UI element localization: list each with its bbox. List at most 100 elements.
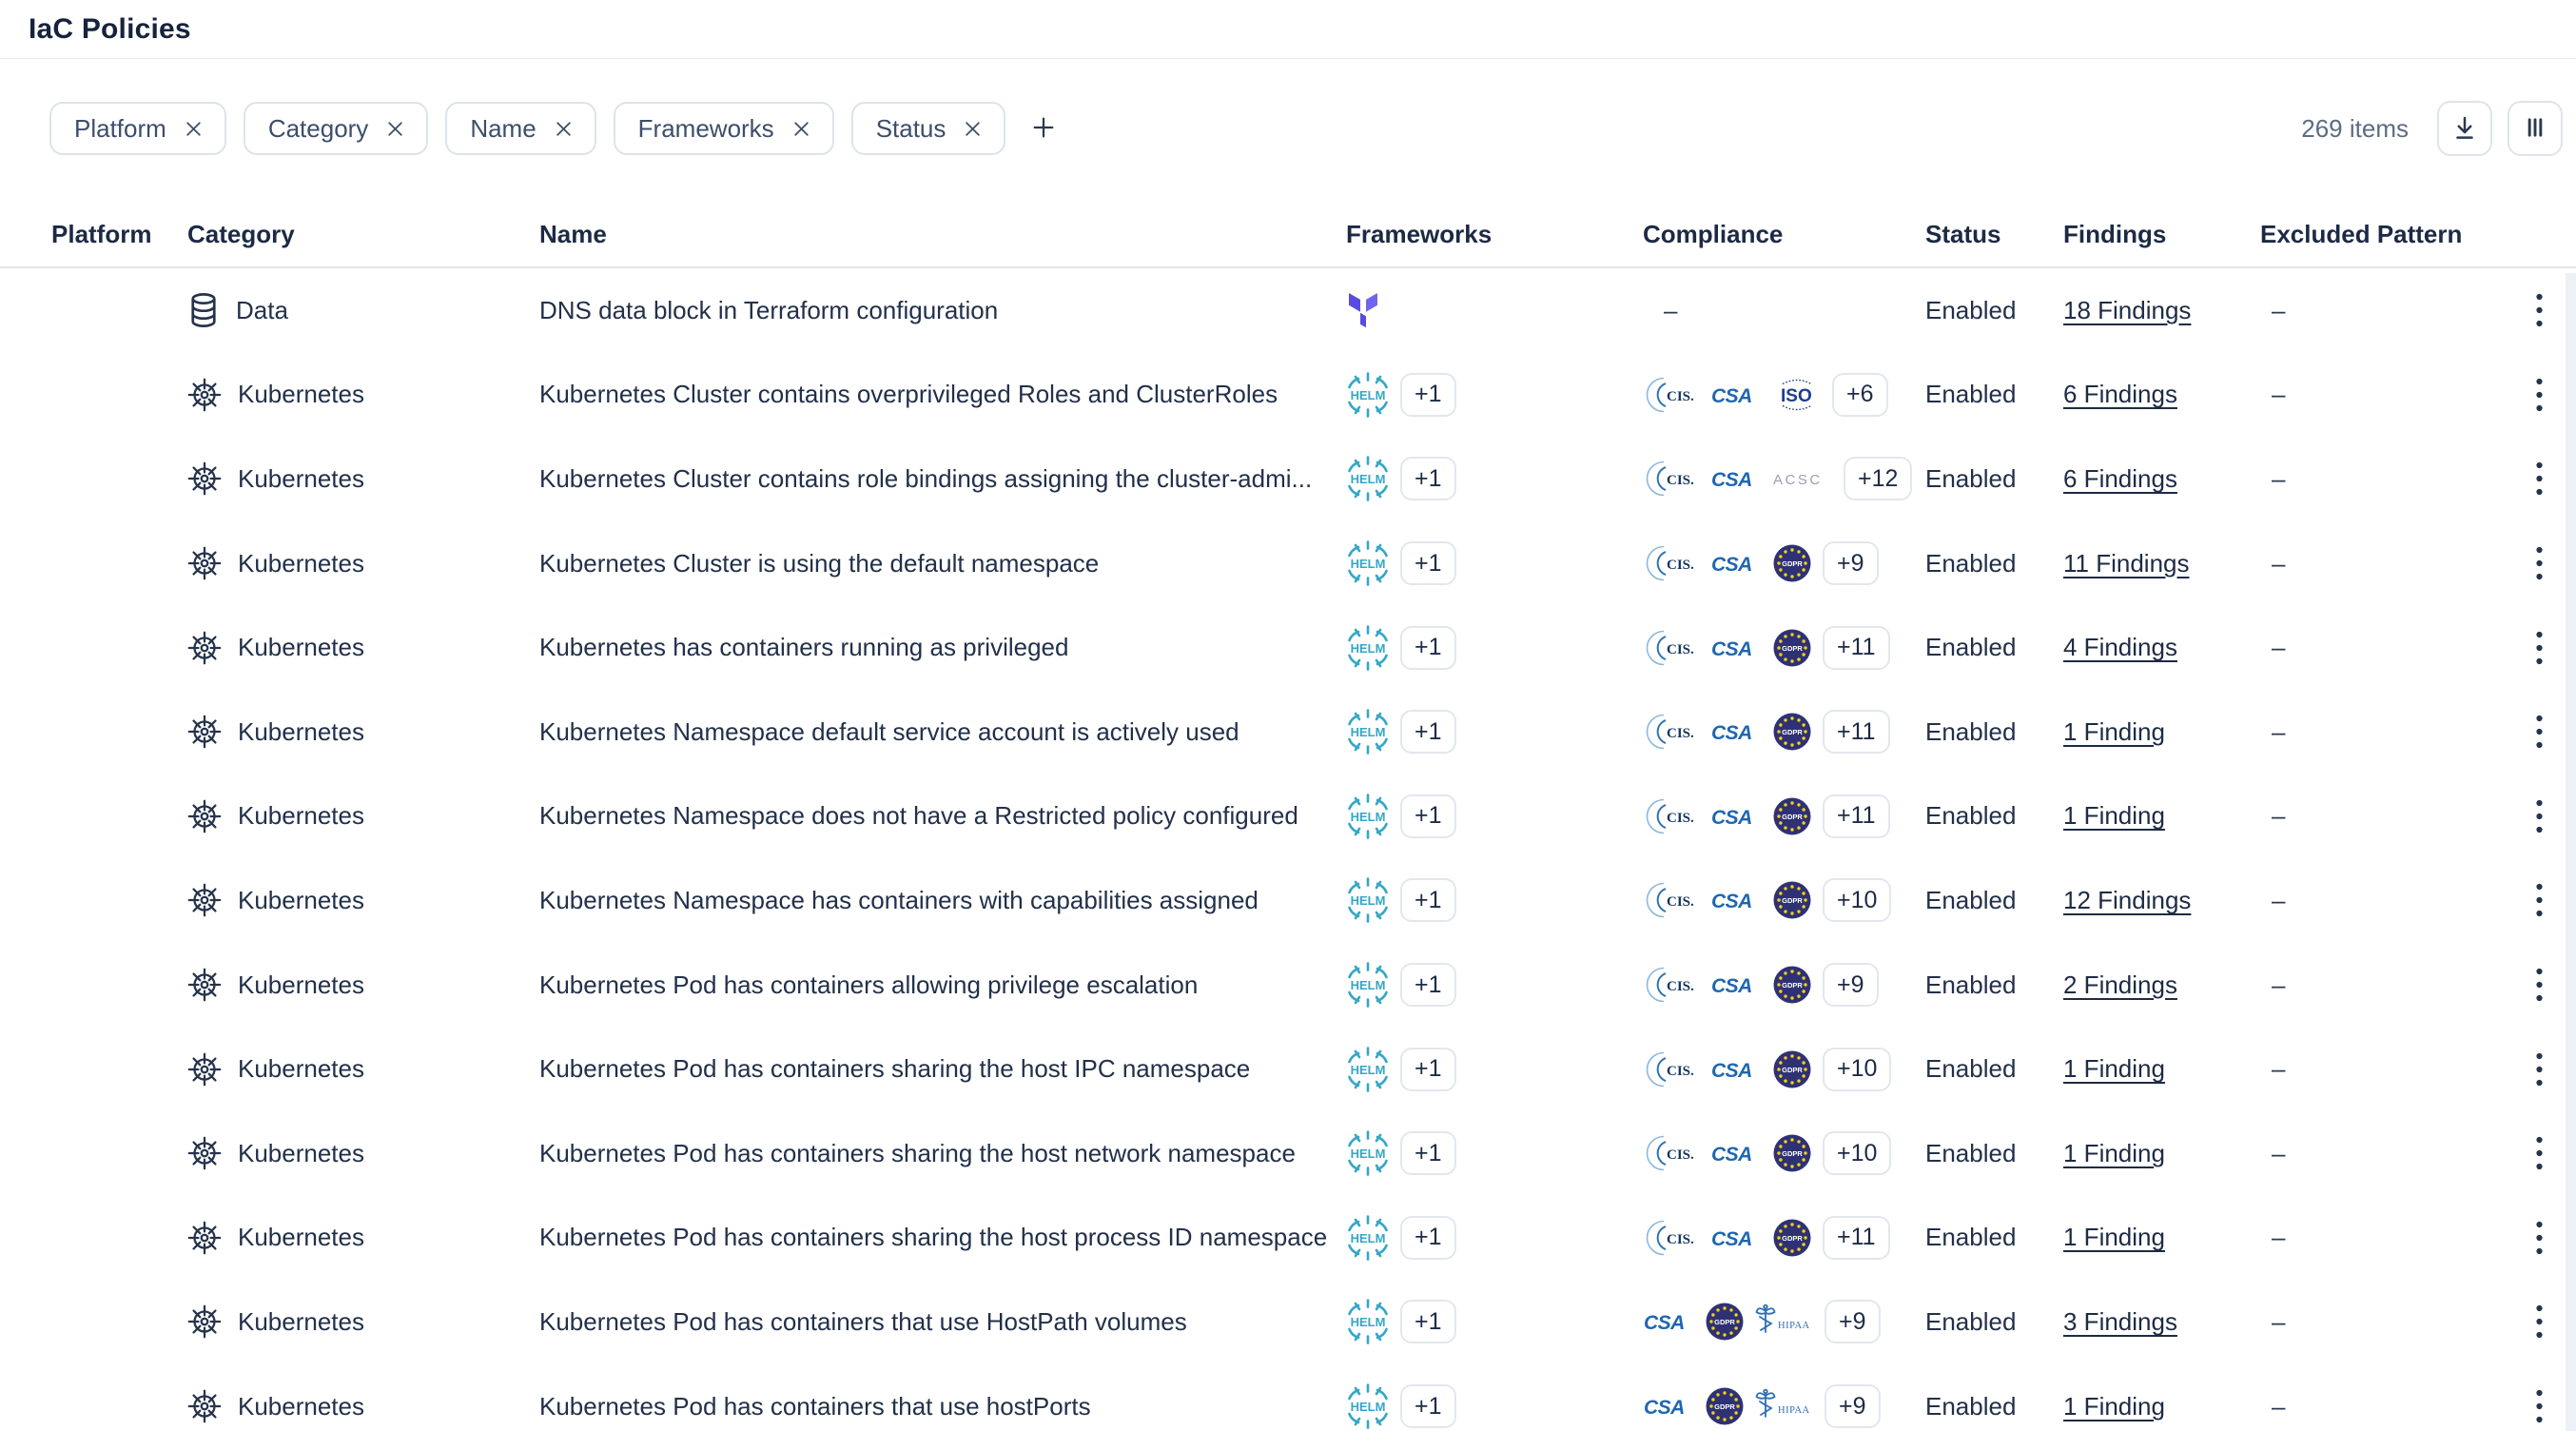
- row-menu-button[interactable]: [2529, 1046, 2549, 1093]
- findings-link[interactable]: 3 Findings: [2063, 1307, 2177, 1336]
- add-filter-button[interactable]: [1030, 114, 1057, 144]
- table-row[interactable]: Kubernetes Kubernetes Cluster contains r…: [0, 437, 2576, 521]
- findings-link[interactable]: 4 Findings: [2063, 633, 2177, 661]
- helm-icon: HELM: [1346, 708, 1390, 755]
- svg-text:CSA: CSA: [1644, 1397, 1685, 1419]
- frameworks-more-badge[interactable]: +1: [1400, 541, 1456, 585]
- compliance-more-badge[interactable]: +11: [1823, 626, 1890, 670]
- table-row[interactable]: Kubernetes Kubernetes Namespace default …: [0, 690, 2576, 774]
- row-menu-button[interactable]: [2529, 286, 2549, 334]
- data-icon: [187, 292, 220, 328]
- frameworks-more-badge[interactable]: +1: [1400, 1384, 1456, 1428]
- svg-text:HELM: HELM: [1351, 893, 1386, 908]
- compliance-more-badge[interactable]: +9: [1823, 963, 1879, 1007]
- frameworks-more-badge[interactable]: +1: [1400, 878, 1456, 922]
- download-button[interactable]: [2437, 101, 2492, 156]
- close-icon[interactable]: [184, 119, 204, 139]
- findings-cell: 1 Finding: [2063, 1139, 2260, 1168]
- close-icon[interactable]: [385, 119, 405, 139]
- row-menu-button[interactable]: [2529, 371, 2549, 419]
- compliance-more-badge[interactable]: +6: [1832, 373, 1888, 417]
- filter-chip-platform[interactable]: Platform: [49, 102, 226, 155]
- compliance-more-badge[interactable]: +9: [1825, 1384, 1881, 1428]
- findings-link[interactable]: 1 Finding: [2063, 801, 2165, 830]
- row-menu-button[interactable]: [2529, 1382, 2549, 1430]
- vertical-scrollbar[interactable]: [2566, 273, 2576, 1431]
- row-menu-button[interactable]: [2529, 1214, 2549, 1262]
- findings-link[interactable]: 1 Finding: [2063, 1392, 2165, 1421]
- columns-button[interactable]: [2508, 101, 2563, 156]
- column-header-platform: Platform: [51, 220, 187, 249]
- compliance-more-badge[interactable]: +9: [1825, 1300, 1881, 1343]
- compliance-more-badge[interactable]: +11: [1823, 1216, 1890, 1260]
- filter-chip-name[interactable]: Name: [445, 102, 595, 155]
- table-row[interactable]: Kubernetes Kubernetes Cluster contains o…: [0, 353, 2576, 438]
- frameworks-more-badge[interactable]: +1: [1400, 457, 1456, 500]
- row-menu-button[interactable]: [2529, 708, 2549, 755]
- frameworks-more-badge[interactable]: +1: [1400, 373, 1456, 417]
- findings-link[interactable]: 1 Finding: [2063, 1054, 2165, 1083]
- findings-link[interactable]: 1 Finding: [2063, 717, 2165, 746]
- frameworks-more-badge[interactable]: +1: [1400, 626, 1456, 670]
- compliance-more-badge[interactable]: +10: [1823, 1048, 1891, 1091]
- table-row[interactable]: Kubernetes Kubernetes Pod has containers…: [0, 1364, 2576, 1431]
- category-cell: Kubernetes: [187, 1304, 539, 1339]
- compliance-more-badge[interactable]: +11: [1823, 710, 1890, 754]
- table-row[interactable]: Kubernetes Kubernetes Pod has containers…: [0, 943, 2576, 1028]
- findings-link[interactable]: 2 Findings: [2063, 970, 2177, 999]
- row-menu-button[interactable]: [2529, 1298, 2549, 1345]
- table-row[interactable]: Kubernetes Kubernetes has containers run…: [0, 605, 2576, 690]
- findings-link[interactable]: 1 Finding: [2063, 1223, 2165, 1251]
- findings-link[interactable]: 1 Finding: [2063, 1139, 2165, 1167]
- filter-chip-status[interactable]: Status: [851, 102, 1006, 155]
- compliance-cell: CIS.CSAGDPR+9: [1643, 963, 1925, 1007]
- table-row[interactable]: Data DNS data block in Terraform configu…: [0, 268, 2576, 353]
- csa-badge-icon: CSA: [1643, 1390, 1694, 1422]
- excluded-pattern-value: –: [2272, 1223, 2285, 1251]
- excluded-pattern-cell: –: [2260, 464, 2502, 494]
- row-menu-button[interactable]: [2529, 1129, 2549, 1177]
- compliance-more-badge[interactable]: +11: [1823, 794, 1890, 838]
- status-label: Enabled: [1925, 633, 2063, 662]
- table-row[interactable]: Kubernetes Kubernetes Pod has containers…: [0, 1280, 2576, 1364]
- frameworks-more-badge[interactable]: +1: [1400, 710, 1456, 754]
- frameworks-more-badge[interactable]: +1: [1400, 1216, 1456, 1260]
- findings-link[interactable]: 18 Findings: [2063, 296, 2191, 324]
- row-menu-button[interactable]: [2529, 539, 2549, 587]
- frameworks-more-badge[interactable]: +1: [1400, 794, 1456, 838]
- cis-badge-icon: CIS.: [1643, 712, 1700, 752]
- compliance-more-badge[interactable]: +10: [1823, 1131, 1891, 1175]
- frameworks-cell: HELM+1: [1346, 1382, 1643, 1430]
- frameworks-more-badge[interactable]: +1: [1400, 1131, 1456, 1175]
- findings-link[interactable]: 12 Findings: [2063, 886, 2191, 914]
- gdpr-badge-icon: GDPR: [1772, 1218, 1812, 1258]
- row-menu-button[interactable]: [2529, 961, 2549, 1009]
- close-icon[interactable]: [554, 119, 574, 139]
- table-row[interactable]: Kubernetes Kubernetes Pod has containers…: [0, 1111, 2576, 1196]
- filter-chip-frameworks[interactable]: Frameworks: [614, 102, 834, 155]
- findings-link[interactable]: 6 Findings: [2063, 464, 2177, 493]
- row-menu-button[interactable]: [2529, 876, 2549, 924]
- close-icon[interactable]: [791, 119, 811, 139]
- table-row[interactable]: Kubernetes Kubernetes Pod has containers…: [0, 1027, 2576, 1111]
- row-menu-button[interactable]: [2529, 624, 2549, 672]
- frameworks-more-badge[interactable]: +1: [1400, 1300, 1456, 1343]
- svg-text:CIS.: CIS.: [1667, 1232, 1694, 1247]
- compliance-more-badge[interactable]: +9: [1823, 541, 1879, 585]
- filter-chip-category[interactable]: Category: [244, 102, 429, 155]
- svg-text:HELM: HELM: [1351, 641, 1386, 656]
- findings-link[interactable]: 11 Findings: [2063, 549, 2190, 578]
- row-menu-button[interactable]: [2529, 793, 2549, 840]
- compliance-more-badge[interactable]: +10: [1823, 878, 1891, 922]
- table-row[interactable]: Kubernetes Kubernetes Namespace does not…: [0, 774, 2576, 859]
- frameworks-more-badge[interactable]: +1: [1400, 963, 1456, 1007]
- table-row[interactable]: Kubernetes Kubernetes Cluster is using t…: [0, 521, 2576, 606]
- close-icon[interactable]: [963, 119, 983, 139]
- frameworks-more-badge[interactable]: +1: [1400, 1048, 1456, 1091]
- table-row[interactable]: Kubernetes Kubernetes Pod has containers…: [0, 1196, 2576, 1281]
- compliance-more-badge[interactable]: +12: [1844, 457, 1912, 500]
- table-row[interactable]: Kubernetes Kubernetes Namespace has cont…: [0, 858, 2576, 943]
- findings-link[interactable]: 6 Findings: [2063, 380, 2177, 408]
- row-menu-button[interactable]: [2529, 455, 2549, 502]
- frameworks-cell: HELM +1: [1346, 876, 1643, 924]
